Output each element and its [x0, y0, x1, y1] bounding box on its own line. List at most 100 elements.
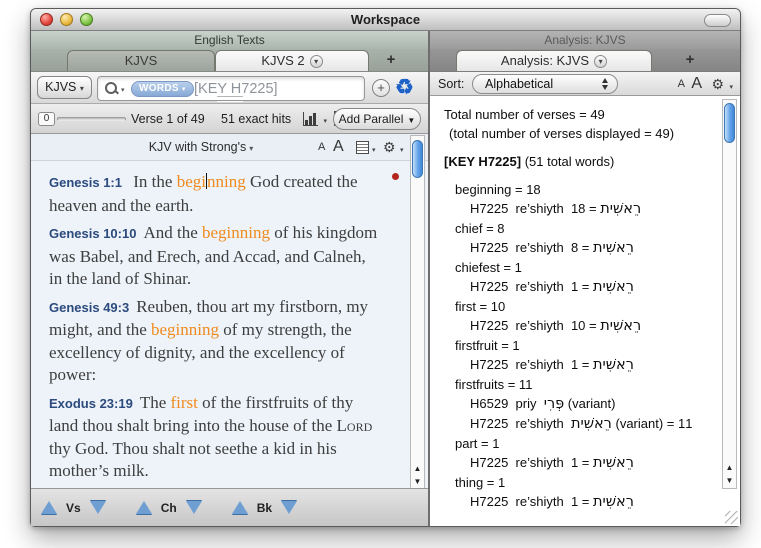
hebrew-word: רֵאשִׁית [600, 201, 641, 217]
analysis-list: Total number of verses = 49(total number… [444, 105, 716, 512]
analysis-text: firstfruits = 11 [455, 377, 532, 392]
analysis-line: H7225 re’shiyth רֵאשִׁית = 1 [444, 355, 716, 375]
hebrew-word: רֵאשִׁית [593, 494, 634, 510]
scroll-up-arrow[interactable]: ▲ [723, 461, 736, 474]
verse-text: The [140, 393, 171, 412]
verse-reference[interactable]: Exodus 23:19 [49, 396, 133, 411]
verse-reference[interactable]: Genesis 49:3 [49, 300, 129, 315]
tab-menu-icon[interactable]: ▾ [594, 55, 607, 68]
decrease-font-button[interactable]: A [318, 134, 325, 161]
display-settings-icon[interactable] [356, 141, 369, 154]
analysis-line: H7225 re’shiyth רֵאשִׁית = 10 [444, 316, 716, 336]
bar-chart-icon [303, 112, 318, 126]
analysis-line: H7225 re’shiyth רֵאשִׁית = 1 [444, 453, 716, 473]
analysis-text: H7225 re’shiyth [470, 240, 571, 255]
hebrew-word: רֵאשִׁית [593, 455, 634, 471]
research-sync-icon[interactable]: ♻ [395, 74, 414, 102]
increase-font-button[interactable]: A [691, 72, 702, 96]
gear-icon[interactable]: ⚙ [711, 72, 724, 97]
analysis-text: H7225 re’shiyth [470, 201, 571, 216]
scrollbar-thumb[interactable] [724, 103, 735, 143]
hebrew-word: רֵאשִׁית [593, 240, 634, 256]
add-search-button[interactable]: + [372, 79, 390, 97]
context-slider[interactable]: 0 [38, 112, 126, 126]
resize-grip[interactable] [725, 511, 738, 524]
tab-kjvs-2[interactable]: KJVS 2 ▾ [215, 50, 369, 71]
next-bk-button[interactable] [281, 501, 297, 514]
verse-text-area[interactable]: Genesis 1:1 In the beginning God created… [31, 161, 428, 488]
analysis-text: (variant) [564, 396, 615, 411]
scroll-up-arrow[interactable]: ▲ [411, 462, 424, 475]
chevron-down-icon: ▾ [729, 83, 733, 91]
search-input[interactable]: ▾ WORDS▾ [KEY H7225] [97, 76, 365, 101]
window-title: Workspace [31, 9, 740, 31]
increase-font-button[interactable]: A [333, 134, 344, 160]
analysis-line: H7225 re’shiyth רֵאשִׁית = 8 [444, 238, 716, 258]
chevron-down-icon: ▾ [323, 117, 327, 125]
analysis-line: part = 1 [444, 434, 716, 453]
window-controls [40, 13, 93, 26]
text-title-label: KJV with Strong's [149, 140, 247, 154]
analysis-text: (51 total words) [521, 154, 614, 169]
annotation-marker-dot[interactable] [392, 173, 399, 180]
key-label: [KEY H7225] [444, 154, 521, 169]
verse-text: In the [129, 172, 177, 191]
slider-track[interactable] [57, 117, 126, 121]
highlighted-word: beginning [202, 223, 270, 242]
analysis-line: firstfruit = 1 [444, 336, 716, 355]
add-parallel-button[interactable]: Add Parallel▼ [333, 108, 421, 130]
analysis-text: part = 1 [455, 436, 499, 451]
verse-text: Lord [337, 416, 373, 435]
scrollbar-thumb[interactable] [412, 140, 423, 178]
decrease-font-button[interactable]: A [678, 72, 685, 97]
next-vs-button[interactable] [90, 501, 106, 514]
hebrew-word: רֵאשִׁית [571, 416, 612, 432]
analysis-text: H7225 re’shiyth [470, 357, 571, 372]
words-scope-token[interactable]: WORDS▾ [131, 81, 194, 97]
analysis-line: beginning = 18 [444, 180, 716, 199]
text-title-menu[interactable]: KJV with Strong's▾ [91, 134, 311, 162]
analysis-text: = 10 [571, 318, 600, 333]
text-module-button[interactable]: KJVS ▾ [37, 76, 92, 99]
analysis-text: firstfruit = 1 [455, 338, 520, 353]
blank-line [444, 143, 716, 152]
search-icon[interactable] [105, 82, 119, 96]
tab-kjvs[interactable]: KJVS [67, 50, 215, 71]
verse-reference[interactable]: Genesis 10:10 [49, 226, 136, 241]
analysis-text: = 8 [571, 240, 593, 255]
nav-label: Ch [161, 501, 177, 515]
tab-analysis-kjvs[interactable]: Analysis: KJVS▾ [456, 50, 652, 71]
title-bar[interactable]: Workspace [31, 9, 740, 31]
sort-value: Alphabetical [485, 77, 553, 91]
minimize-button[interactable] [60, 13, 73, 26]
analysis-graph-button[interactable]: ▾ [303, 111, 327, 127]
zoom-button[interactable] [80, 13, 93, 26]
verse: Genesis 49:3Reuben, thou art my firstbor… [49, 296, 382, 387]
toolbar-toggle-button[interactable] [704, 14, 731, 27]
left-scrollbar[interactable]: ▲ ▼ [410, 135, 425, 490]
previous-vs-button[interactable] [41, 501, 57, 514]
analysis-text: = 18 [571, 201, 600, 216]
analysis-content[interactable]: Total number of verses = 49(total number… [430, 96, 740, 526]
scroll-down-arrow[interactable]: ▼ [723, 474, 736, 487]
right-scrollbar[interactable]: ▲ ▼ [722, 99, 737, 489]
analysis-line: H7225 re’shiyth רֵאשִׁית = 1 [444, 492, 716, 512]
tab-label: KJVS 2 [261, 53, 304, 68]
gear-icon[interactable]: ⚙ [383, 134, 396, 161]
sort-select[interactable]: Alphabetical [472, 74, 618, 94]
verse-reference[interactable]: Genesis 1:1 [49, 175, 122, 190]
hits-toolbar: 0 Verse 1 of 49 51 exact hits ▾ Add Para… [31, 104, 428, 134]
sort-toolbar: Sort: Alphabetical A A ⚙ ▾ [430, 71, 740, 96]
scrollbar-arrows: ▲ ▼ [723, 461, 736, 487]
tab-menu-icon[interactable]: ▾ [310, 55, 323, 68]
search-query-text: [KEY H7225] [194, 77, 278, 101]
hebrew-word: רֵאשִׁית [593, 357, 634, 373]
previous-ch-button[interactable] [136, 501, 152, 514]
next-ch-button[interactable] [186, 501, 202, 514]
analysis-line: chiefest = 1 [444, 258, 716, 277]
scroll-down-arrow[interactable]: ▼ [411, 475, 424, 488]
new-tab-button[interactable]: + [369, 50, 413, 71]
new-tab-button[interactable]: + [668, 50, 712, 71]
previous-bk-button[interactable] [232, 501, 248, 514]
close-button[interactable] [40, 13, 53, 26]
